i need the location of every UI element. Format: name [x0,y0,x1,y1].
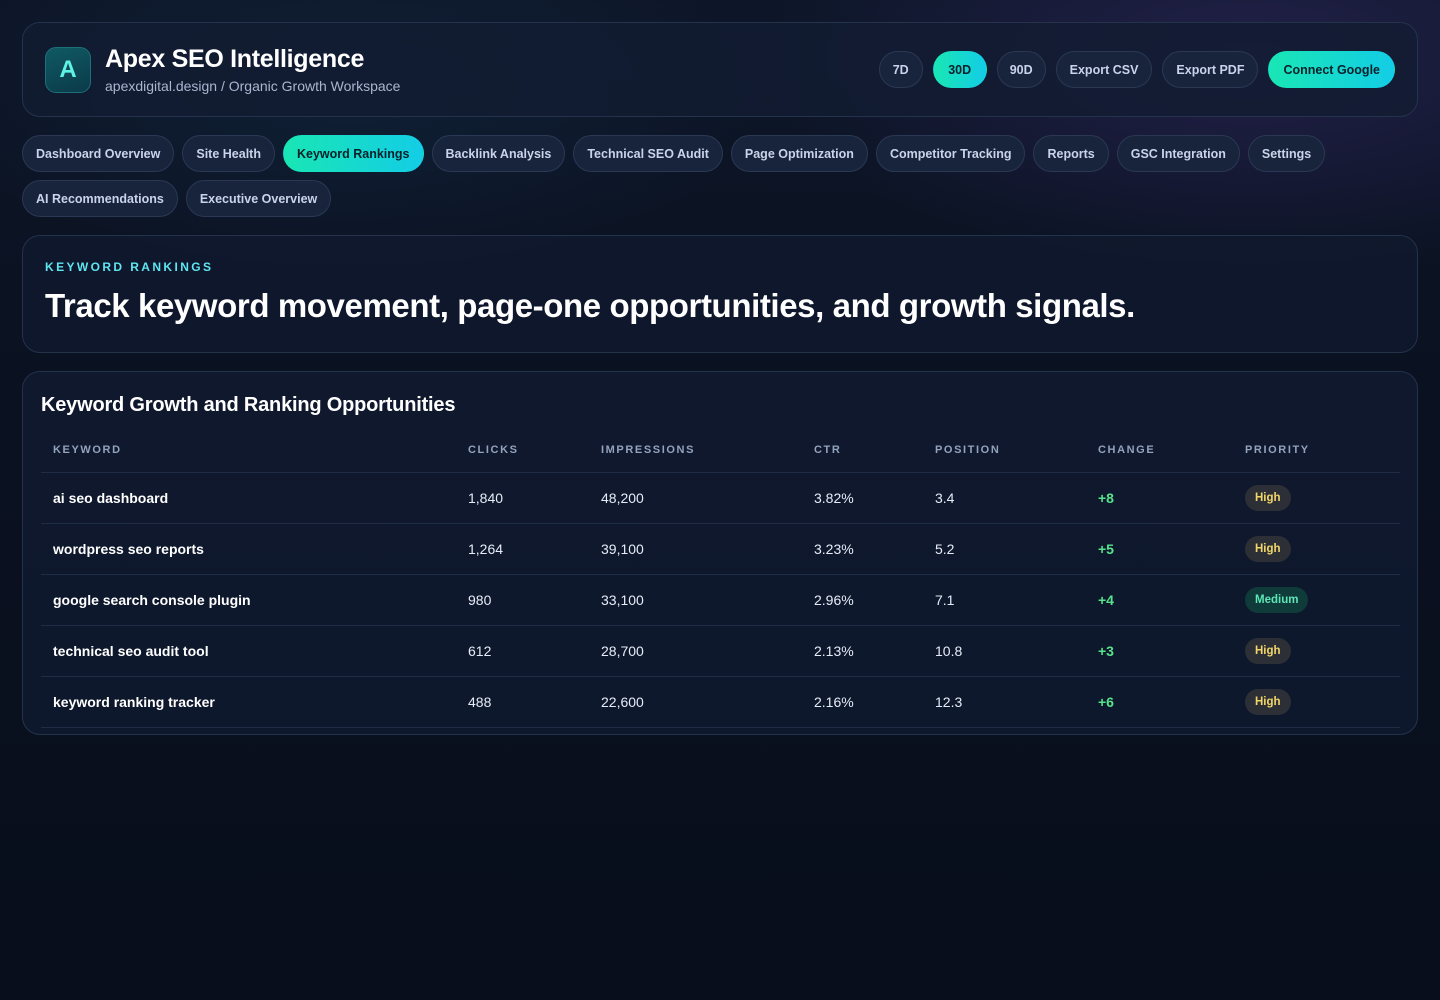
ctr-cell: 2.96% [802,574,923,626]
priority-badge: High [1245,637,1291,664]
table-row[interactable]: ai seo dashboard 1,840 48,200 3.82% 3.4 … [41,472,1400,524]
keyword-cell: ai seo dashboard [41,472,456,524]
position-cell: 5.2 [923,523,1086,575]
ctr-cell: 2.13% [802,625,923,677]
priority-cell: High [1233,472,1400,524]
keyword-table-panel: Keyword Growth and Ranking Opportunities… [22,371,1418,735]
export-csv-button[interactable]: Export CSV [1055,51,1153,88]
tab-reports[interactable]: Reports [1033,135,1109,172]
change-cell: +3 [1086,625,1233,677]
column-header-impressions[interactable]: IMPRESSIONS [589,429,802,473]
priority-badge: High [1245,484,1291,511]
column-header-change[interactable]: CHANGE [1086,429,1233,473]
table-row[interactable]: wordpress seo reports 1,264 39,100 3.23%… [41,523,1400,575]
tab-backlink-analysis[interactable]: Backlink Analysis [431,135,566,172]
keyword-cell: wordpress seo reports [41,523,456,575]
tab-settings[interactable]: Settings [1247,135,1326,172]
impressions-cell: 28,700 [589,625,802,677]
priority-cell: High [1233,676,1400,728]
column-header-clicks[interactable]: CLICKS [456,429,589,473]
app-header: A Apex SEO Intelligence apexdigital.desi… [22,22,1418,117]
table-row[interactable]: google search console plugin 980 33,100 … [41,574,1400,626]
table-row[interactable]: keyword ranking tracker 488 22,600 2.16%… [41,676,1400,728]
keyword-cell: google search console plugin [41,574,456,626]
brand-block: Apex SEO Intelligence apexdigital.design… [105,45,400,94]
column-header-position[interactable]: POSITION [923,429,1086,473]
page-hero: KEYWORD RANKINGS Track keyword movement,… [22,235,1418,353]
keyword-cell: technical seo audit tool [41,625,456,677]
priority-cell: Medium [1233,574,1400,626]
workspace-subtitle: apexdigital.design / Organic Growth Work… [105,78,401,94]
clicks-cell: 488 [456,676,589,728]
clicks-cell: 980 [456,574,589,626]
position-cell: 10.8 [923,625,1086,677]
column-header-priority[interactable]: PRIORITY [1233,429,1400,473]
export-pdf-button[interactable]: Export PDF [1162,51,1259,88]
tab-executive-overview[interactable]: Executive Overview [185,180,332,217]
panel-title: Keyword Growth and Ranking Opportunities [41,394,456,416]
column-header-ctr[interactable]: CTR [802,429,923,473]
section-eyebrow: KEYWORD RANKINGS [45,260,214,274]
priority-badge: High [1245,535,1291,562]
tab-dashboard-overview[interactable]: Dashboard Overview [22,135,175,172]
keyword-cell: keyword ranking tracker [41,676,456,728]
keyword-table: KEYWORD CLICKS IMPRESSIONS CTR POSITION … [41,429,1400,728]
priority-badge: High [1245,688,1291,715]
position-cell: 12.3 [923,676,1086,728]
table-row[interactable]: technical seo audit tool 612 28,700 2.13… [41,625,1400,677]
tab-gsc-integration[interactable]: GSC Integration [1116,135,1240,172]
ctr-cell: 3.23% [802,523,923,575]
tab-competitor-tracking[interactable]: Competitor Tracking [875,135,1026,172]
app-title: Apex SEO Intelligence [105,45,365,73]
priority-cell: High [1233,625,1400,677]
tab-keyword-rankings[interactable]: Keyword Rankings [282,135,424,172]
position-cell: 7.1 [923,574,1086,626]
clicks-cell: 1,840 [456,472,589,524]
ctr-cell: 3.82% [802,472,923,524]
ctr-cell: 2.16% [802,676,923,728]
change-cell: +5 [1086,523,1233,575]
table-header-row: KEYWORD CLICKS IMPRESSIONS CTR POSITION … [41,429,1400,473]
change-cell: +4 [1086,574,1233,626]
brand-logo: A [45,46,91,93]
range-30d-button[interactable]: 30D [932,51,987,88]
priority-badge: Medium [1245,586,1309,613]
main-nav: Dashboard Overview Site Health Keyword R… [22,135,1418,217]
column-header-keyword[interactable]: KEYWORD [41,429,456,473]
clicks-cell: 1,264 [456,523,589,575]
impressions-cell: 22,600 [589,676,802,728]
impressions-cell: 33,100 [589,574,802,626]
header-actions: 7D 30D 90D Export CSV Export PDF Connect… [878,51,1395,88]
tab-page-optimization[interactable]: Page Optimization [730,135,868,172]
tab-site-health[interactable]: Site Health [182,135,275,172]
page-title: Track keyword movement, page-one opportu… [45,287,1135,324]
impressions-cell: 48,200 [589,472,802,524]
tab-ai-recommendations[interactable]: AI Recommendations [22,180,178,217]
range-90d-button[interactable]: 90D [996,51,1046,88]
change-cell: +8 [1086,472,1233,524]
connect-google-button[interactable]: Connect Google [1268,51,1395,88]
tab-technical-seo-audit[interactable]: Technical SEO Audit [573,135,723,172]
priority-cell: High [1233,523,1400,575]
impressions-cell: 39,100 [589,523,802,575]
change-cell: +6 [1086,676,1233,728]
range-7d-button[interactable]: 7D [878,51,923,88]
position-cell: 3.4 [923,472,1086,524]
clicks-cell: 612 [456,625,589,677]
